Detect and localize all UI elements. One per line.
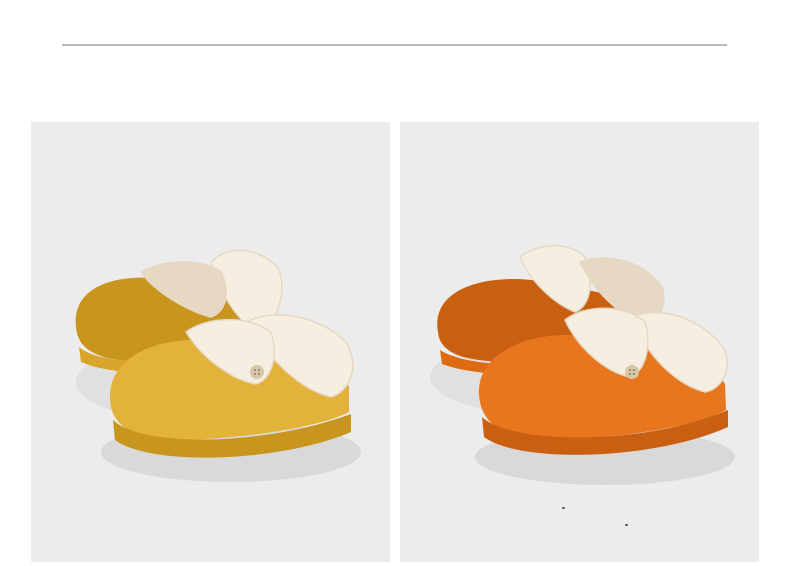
product-photo-orange-slippers bbox=[400, 122, 759, 562]
product-photo-yellow-slippers bbox=[31, 122, 390, 562]
speck-mark bbox=[562, 507, 565, 509]
orange-slippers-illustration bbox=[430, 245, 735, 485]
top-divider-line bbox=[62, 44, 727, 46]
yellow-slippers-illustration bbox=[75, 249, 361, 482]
speck-mark bbox=[625, 524, 628, 526]
